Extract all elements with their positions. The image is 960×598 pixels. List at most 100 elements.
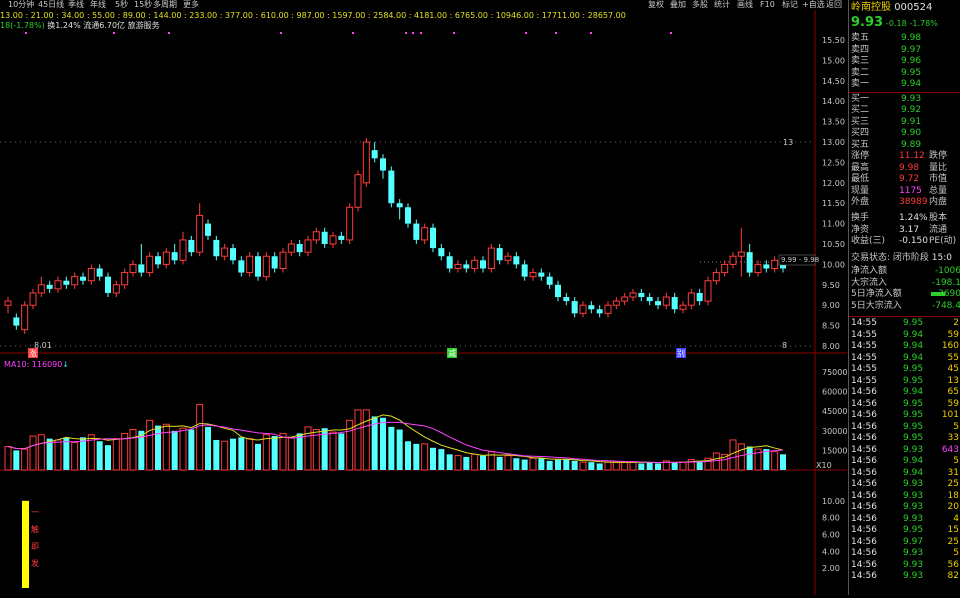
- tick-row: 14:56 9.93 20: [851, 502, 959, 512]
- price-axis-label: 9.00: [822, 301, 840, 310]
- info-sector: 旅游服务: [127, 21, 160, 30]
- bid-row[interactable]: 买四 9.90: [851, 128, 960, 139]
- signal-dot: [590, 32, 592, 34]
- volume-bar: [362, 409, 370, 471]
- volume-bar: [329, 431, 337, 471]
- volume-bar: [162, 423, 170, 471]
- candle-body: [504, 255, 512, 261]
- kline-chart-area[interactable]: 15.50 15.00 14.50 14.00 13.50 13.00 12.50 12.00…: [0, 0, 847, 595]
- candle-body: [46, 284, 53, 289]
- toolbar-5[interactable]: 15秒: [134, 0, 152, 10]
- bid-row[interactable]: 买一 9.93: [851, 94, 960, 105]
- ask-row[interactable]: 卖一 9.94: [851, 79, 960, 90]
- toolbar-2[interactable]: 季线: [68, 0, 84, 10]
- flow-row: 净流入额 -1006: [851, 266, 960, 276]
- volume-axis-label: 30000: [822, 427, 847, 436]
- toolbar-right-6[interactable]: 标记: [782, 0, 798, 10]
- toolbar-6[interactable]: 多周期: [153, 0, 177, 10]
- volume-bar: [13, 450, 20, 470]
- candle-body: [262, 255, 270, 278]
- toolbar-right-1[interactable]: 叠加: [670, 0, 686, 10]
- stock-title[interactable]: 岭南控股 000524: [851, 2, 932, 13]
- toolbar-right-2[interactable]: 多股: [692, 0, 708, 10]
- volume-bar: [37, 434, 45, 471]
- ask-row[interactable]: 卖三 9.96: [851, 56, 960, 67]
- candle-body: [87, 267, 95, 282]
- price-axis-label: 8.50: [822, 322, 840, 331]
- toolbar-right-3[interactable]: 统计: [714, 0, 730, 10]
- candle-body: [396, 203, 403, 208]
- candle-body: [346, 206, 354, 241]
- indicator-label: 发: [31, 558, 39, 568]
- trade-state-row: 交易状态: 闭市阶段 15:0: [851, 253, 952, 263]
- toolbar-3[interactable]: 年线: [90, 0, 106, 10]
- volume-bar: [380, 417, 386, 470]
- toolbar-right-8[interactable]: 返回: [826, 0, 842, 10]
- candle-body: [563, 297, 570, 302]
- candle-body: [571, 301, 578, 314]
- fibonacci-line: 13.00 : 21.00 : 34.00 : 55.00 : 89.00 : …: [0, 11, 626, 20]
- volume-bar: [179, 427, 187, 471]
- tick-row: 14:56 9.93 56: [851, 559, 959, 570]
- tick-divider: [849, 316, 960, 317]
- candle-body: [612, 300, 620, 306]
- volume-bar: [546, 460, 553, 470]
- jian-marker: 减: [448, 348, 456, 358]
- indicator-axis-label: 10.00: [822, 497, 845, 506]
- tick-row: 14:56 9.94 65: [851, 387, 959, 397]
- down-arrow-icon: ↓: [62, 360, 70, 369]
- toolbar-0[interactable]: 10分钟: [8, 0, 34, 10]
- flow-row: 5日大宗流入 -748.4: [851, 300, 960, 311]
- volume-bar: [504, 455, 512, 471]
- volume-bar: [513, 458, 520, 470]
- indicator-axis-label: 2.00: [822, 564, 840, 573]
- candle-body: [96, 268, 103, 277]
- ask-row[interactable]: 卖四 9.97: [851, 45, 960, 56]
- volume-bar: [221, 440, 229, 471]
- candle-body: [421, 227, 429, 241]
- candle-body: [388, 170, 395, 204]
- volume-bar: [146, 419, 154, 471]
- volume-bar: [46, 438, 53, 470]
- bid-row[interactable]: 买三 9.91: [851, 117, 960, 128]
- price-axis-label: 8.00: [822, 342, 840, 351]
- volume-bar: [21, 448, 29, 471]
- volume-bar: [712, 452, 720, 471]
- stock-info-line: 18(-1.78%) 换1.24% 流通6.70亿 旅游服务: [0, 21, 160, 31]
- toolbar-right-5[interactable]: F10: [760, 0, 775, 10]
- candle-body: [13, 317, 20, 326]
- volume-bar: [454, 455, 462, 471]
- toolbar-right-4[interactable]: 画线: [737, 0, 753, 10]
- candle-body: [371, 150, 378, 159]
- current-price-label: 9.99 - 9.98: [781, 256, 819, 264]
- candle-body: [121, 272, 129, 286]
- stock-code: 000524: [894, 2, 933, 13]
- volume-bar: [405, 441, 411, 470]
- toolbar-1[interactable]: 45日线: [38, 0, 64, 10]
- toolbar-right-0[interactable]: 复权: [648, 0, 664, 10]
- bid-row[interactable]: 买五 9.89: [851, 140, 960, 151]
- bid-row[interactable]: 买二 9.92: [851, 105, 960, 116]
- ask-row[interactable]: 卖二 9.95: [851, 68, 960, 79]
- last-price: 9.93: [851, 15, 884, 30]
- volume-bar: [71, 442, 79, 471]
- candle-body: [513, 256, 520, 265]
- candle-body: [704, 280, 712, 302]
- kline-chart[interactable]: 15.50 15.00 14.50 14.00 13.50 13.00 12.50 12.00…: [0, 0, 847, 595]
- volume-bar: [238, 437, 245, 470]
- candle-body: [496, 248, 503, 261]
- quote-panel: 岭南控股 000524 9.93 -0.18 -1.78% 卖五 9.98 卖四 9.…: [848, 0, 960, 595]
- price-axis-label: 14.00: [822, 97, 845, 106]
- volume-bar: [771, 451, 779, 471]
- volume-bar: [112, 438, 120, 471]
- volume-bar: [737, 443, 745, 471]
- volume-bar: [563, 459, 570, 470]
- ask-row[interactable]: 卖五 9.98: [851, 33, 960, 44]
- price-axis-label: 13.50: [822, 118, 845, 127]
- candle-body: [596, 309, 603, 314]
- toolbar-right-7[interactable]: +自选: [802, 0, 825, 10]
- toolbar-4[interactable]: 5秒: [115, 0, 128, 10]
- toolbar-7[interactable]: 更多: [183, 0, 199, 10]
- candle-body: [430, 227, 436, 249]
- candle-body: [754, 263, 762, 274]
